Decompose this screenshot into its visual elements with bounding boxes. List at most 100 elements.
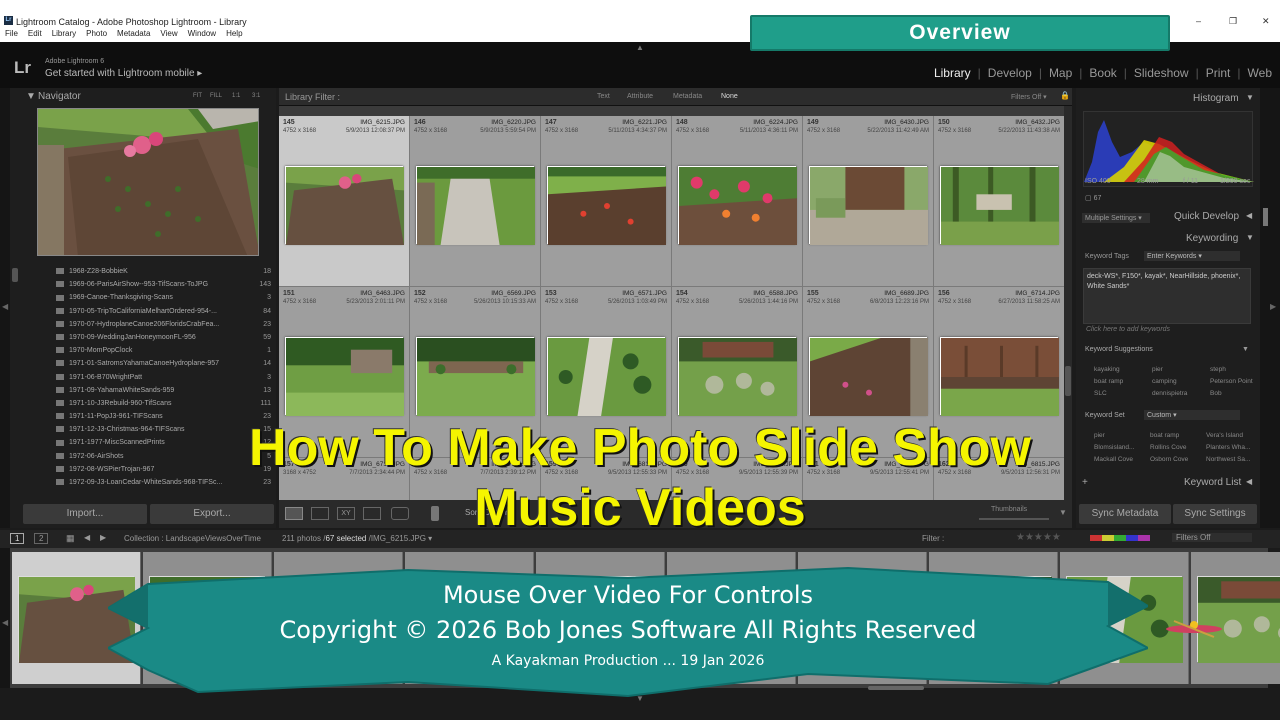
cell-dimensions: 4752 x 3168 — [676, 128, 710, 134]
menu-library[interactable]: Library — [52, 29, 76, 38]
cell-date: 5/26/2013 10:15:33 AM — [473, 299, 536, 305]
cell-date: 5/9/2013 12:08:37 PM — [345, 128, 405, 134]
keywording-collapse-icon[interactable]: ▼ — [1246, 233, 1254, 242]
keyword-suggestion[interactable]: dennispietra — [1152, 390, 1187, 397]
module-library[interactable]: Library — [934, 66, 971, 80]
close-button[interactable]: ✕ — [1262, 16, 1270, 27]
collapse-top-arrow[interactable]: ▲ — [636, 43, 644, 52]
keyword-suggestion[interactable]: Bob — [1210, 390, 1222, 397]
cell-thumbnail[interactable] — [678, 337, 797, 416]
cell-thumbnail[interactable] — [416, 337, 535, 416]
minimize-button[interactable]: – — [1196, 16, 1201, 26]
cell-thumbnail[interactable] — [416, 166, 535, 245]
cell-index: 152 — [414, 290, 426, 297]
filter-metadata[interactable]: Metadata — [673, 93, 702, 100]
filter-text[interactable]: Text — [597, 93, 610, 100]
cell-thumbnail[interactable] — [285, 166, 404, 245]
quick-develop-collapse-icon[interactable]: ◀ — [1246, 211, 1252, 220]
folder-item[interactable]: 1970-09-WeddingJanHoneymoonFL-956 59 — [26, 334, 271, 347]
folder-count: 59 — [263, 333, 271, 341]
menu-view[interactable]: View — [160, 29, 177, 38]
menu-window[interactable]: Window — [188, 29, 216, 38]
navigator-collapse-icon[interactable]: ▼ — [26, 91, 36, 102]
cell-thumbnail[interactable] — [547, 337, 666, 416]
folder-item[interactable]: 1971-10-J3Rebuild-960-TifScans 111 — [26, 400, 271, 413]
keyword-suggestion[interactable]: boat ramp — [1094, 378, 1123, 385]
module-web[interactable]: Web — [1248, 66, 1272, 80]
folder-item[interactable]: 1971-06-B70WrightPatt 3 — [26, 374, 271, 387]
cell-thumbnail[interactable] — [678, 166, 797, 245]
photo-thumbnail — [679, 167, 797, 245]
grid-cell[interactable]: 146 IMG_6220.JPG 4752 x 3168 5/9/2013 5:59:… — [410, 116, 541, 287]
enter-keywords-dropdown[interactable]: Enter Keywords ▾ — [1144, 251, 1240, 261]
nav-zoom-3-1[interactable]: 3:1 — [252, 93, 260, 99]
folder-item[interactable]: 1968-Z28-BobbieK 18 — [26, 268, 271, 281]
grid-cell[interactable]: 150 IMG_6432.JPG 4752 x 3168 5/22/2013 11:4… — [934, 116, 1064, 287]
module-book[interactable]: Book — [1089, 66, 1116, 80]
nav-zoom-fit[interactable]: FIT — [193, 93, 202, 99]
nav-zoom-fill[interactable]: FILL — [210, 93, 222, 99]
lock-icon[interactable]: 🔒 — [1060, 91, 1070, 100]
keyword-text-area[interactable]: deck-WS*, F150*, kayak*, NearHillside, p… — [1083, 268, 1251, 324]
cell-thumbnail[interactable] — [940, 337, 1059, 416]
cell-thumbnail[interactable] — [809, 337, 928, 416]
keyword-suggestion[interactable]: camping — [1152, 378, 1177, 385]
grid-cell[interactable]: 147 IMG_6221.JPG 4752 x 3168 5/11/2013 4:34… — [541, 116, 672, 287]
filter-attribute[interactable]: Attribute — [627, 93, 653, 100]
nav-zoom-1-1[interactable]: 1:1 — [232, 93, 240, 99]
navigator-preview[interactable] — [37, 108, 259, 256]
cell-thumbnail[interactable] — [547, 166, 666, 245]
keyword-suggestion[interactable]: steph — [1210, 366, 1226, 373]
folder-item[interactable]: 1970-MomPopClock 1 — [26, 347, 271, 360]
maximize-button[interactable]: ❐ — [1229, 16, 1237, 27]
filters-off-dropdown[interactable]: Filters Off ▾ — [1011, 93, 1047, 101]
mobile-promo-link[interactable]: Get started with Lightroom mobile ▸ — [45, 68, 202, 79]
saved-preset-dropdown[interactable]: Multiple Settings ▾ — [1082, 213, 1150, 223]
right-scrollbar-thumb[interactable] — [1263, 208, 1268, 226]
grid-scroll-thumb[interactable] — [1065, 366, 1071, 396]
menu-file[interactable]: File — [5, 29, 18, 38]
grid-cell[interactable]: 148 IMG_6224.JPG 4752 x 3168 5/11/2013 4:36… — [672, 116, 803, 287]
menu-help[interactable]: Help — [226, 29, 242, 38]
histogram-collapse-icon[interactable]: ▼ — [1246, 93, 1254, 102]
cell-thumbnail[interactable] — [809, 166, 928, 245]
folder-name: 1970-MomPopClock — [69, 347, 133, 355]
menu-metadata[interactable]: Metadata — [117, 29, 150, 38]
cell-filename: IMG_6714.JPG — [1015, 290, 1060, 297]
histogram-graph — [1084, 120, 1254, 182]
keyword-suggestion[interactable]: kayaking — [1094, 366, 1120, 373]
filmstrip-left-toggle[interactable]: ◀ — [2, 618, 8, 627]
folder-item[interactable]: 1971-09-YahamaWhiteSands-959 13 — [26, 387, 271, 400]
folder-item[interactable]: 1970-05-TripToCaliforniaMelhartOrdered-9… — [26, 308, 271, 321]
grid-cell[interactable]: 149 IMG_6430.JPG 4752 x 3168 5/22/2013 11:4… — [803, 116, 934, 287]
cell-thumbnail[interactable] — [940, 166, 1059, 245]
right-panel-toggle[interactable]: ▶ — [1270, 302, 1276, 311]
filter-none[interactable]: None — [721, 93, 738, 100]
folder-item[interactable]: 1971-01-SatromsYahamaCanoeHydroplane-957… — [26, 360, 271, 373]
cell-date: 5/22/2013 11:43:38 AM — [998, 128, 1060, 134]
cell-dimensions: 4752 x 3168 — [676, 299, 710, 305]
cell-index: 153 — [545, 290, 557, 297]
module-print[interactable]: Print — [1206, 66, 1231, 80]
left-panel-toggle[interactable]: ◀ — [2, 302, 8, 311]
photo-thumbnail — [679, 338, 797, 416]
folder-item[interactable]: 1970-07-HydroplaneCanoe206FloridsCrabFea… — [26, 321, 271, 334]
module-slideshow[interactable]: Slideshow — [1134, 66, 1189, 80]
cell-thumbnail[interactable] — [285, 337, 404, 416]
folder-item[interactable]: 1969-06-ParisAirShow--953-TifScans-ToJPG… — [26, 281, 271, 294]
keyword-suggestion[interactable]: SLC — [1094, 390, 1107, 397]
keyword-suggestion[interactable]: Peterson Point — [1210, 378, 1253, 385]
module-map[interactable]: Map — [1049, 66, 1072, 80]
folder-icon — [56, 347, 64, 354]
add-keywords-field[interactable]: Click here to add keywords — [1086, 326, 1170, 333]
folder-scrollbar[interactable] — [12, 268, 18, 282]
menu-edit[interactable]: Edit — [28, 29, 42, 38]
menu-photo[interactable]: Photo — [86, 29, 107, 38]
folder-icon — [56, 281, 64, 288]
grid-cell[interactable]: 145 IMG_6215.JPG 4752 x 3168 5/9/2013 12:08… — [279, 116, 410, 287]
keyword-suggestion[interactable]: pier — [1152, 366, 1163, 373]
module-develop[interactable]: Develop — [988, 66, 1032, 80]
folder-item[interactable]: 1969-Canoe-Thanksgiving-Scans 3 — [26, 294, 271, 307]
quick-develop-title: Quick Develop — [1174, 211, 1240, 222]
suggestions-collapse-icon[interactable]: ▼ — [1242, 346, 1249, 353]
